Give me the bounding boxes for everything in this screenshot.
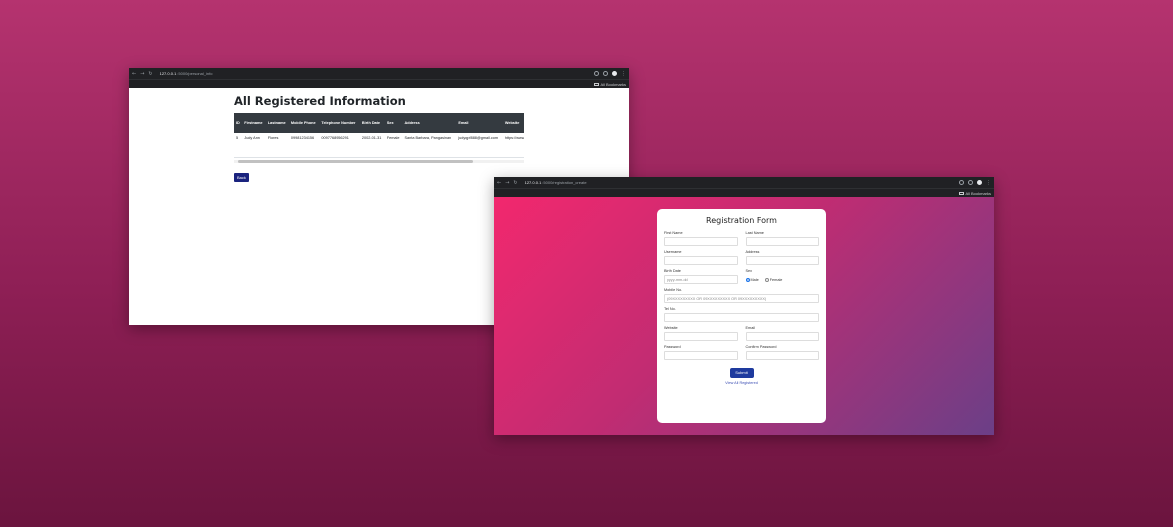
browser-window-registration: ← → ↻ 127.0.0.1:5000/registration_create… — [494, 177, 994, 435]
tel-label: Tel No. — [664, 307, 676, 311]
folder-icon — [959, 191, 965, 195]
last-name-input[interactable] — [745, 237, 819, 246]
mobile-input[interactable]: (09XXXXXXXXX OR 09XXXXXXXXX OR 09XXXXXXX… — [664, 294, 819, 303]
col-address: Address — [402, 113, 457, 133]
scrollbar-thumb[interactable] — [238, 159, 473, 163]
address-input[interactable] — [745, 256, 819, 265]
reload-icon[interactable]: ↻ — [513, 180, 517, 186]
col-firstname: Firstname — [242, 113, 266, 133]
back-arrow-icon[interactable]: ← — [497, 180, 501, 186]
first-name-label: First Name — [664, 231, 683, 235]
bookmarks-bar: All Bookmarks — [129, 79, 629, 88]
mobile-label: Mobile No. — [664, 288, 683, 292]
sex-female-option[interactable]: Female — [764, 277, 783, 282]
username-input[interactable] — [664, 256, 738, 265]
back-arrow-icon[interactable]: ← — [132, 71, 136, 77]
password-input[interactable] — [664, 351, 738, 360]
email-label: Email — [745, 326, 756, 330]
cell-telephone: 0097768956291 — [319, 133, 360, 158]
website-input[interactable] — [664, 332, 738, 341]
radio-selected-icon[interactable] — [745, 277, 750, 282]
extensions-icon[interactable] — [968, 180, 973, 185]
profile-avatar-icon[interactable] — [977, 180, 982, 185]
records-table: ID Firstname Lastname Mobile Phone Telep… — [234, 113, 524, 158]
url-host: 127.0.0.1 — [524, 180, 542, 185]
first-name-input[interactable] — [664, 237, 738, 246]
birth-date-input[interactable]: yyyy-mm-dd — [664, 275, 738, 284]
profile-avatar-icon[interactable] — [612, 71, 617, 76]
cell-firstname: Judy Ann — [242, 133, 266, 158]
tel-input[interactable] — [664, 313, 819, 322]
browser-toolbar: ← → ↻ 127.0.0.1:5000/personal_info ⋮ — [129, 68, 629, 79]
sex-radio-group: Male Female — [745, 275, 820, 284]
sex-male-label: Male — [750, 277, 759, 282]
url-path: :5000/registration_create — [542, 180, 587, 185]
page-title: All Registered Information — [234, 94, 406, 108]
cell-address: Santa Barbara, Pangasinan — [402, 133, 457, 158]
view-all-registered-link[interactable]: View All Registered — [664, 381, 819, 385]
bookmark-star-icon[interactable] — [594, 71, 599, 76]
url-path: :5000/personal_info — [177, 71, 213, 76]
col-telephone: Telephone Number — [319, 113, 360, 133]
folder-icon — [594, 82, 600, 86]
cell-lastname: Flores — [265, 133, 289, 158]
address-bar[interactable]: 127.0.0.1:5000/personal_info — [160, 71, 213, 76]
cell-birthdate: 2002-01-31 — [359, 133, 385, 158]
sex-label: Sex — [745, 269, 753, 273]
forward-arrow-icon[interactable]: → — [140, 71, 144, 77]
confirm-password-label: Confirm Password — [745, 345, 777, 349]
browser-toolbar: ← → ↻ 127.0.0.1:5000/registration_create… — [494, 177, 994, 188]
menu-kebab-icon[interactable]: ⋮ — [621, 71, 626, 77]
cell-website: https://www.facebook.com — [502, 133, 524, 158]
email-input[interactable] — [745, 332, 819, 341]
last-name-label: Last Name — [745, 231, 764, 235]
registration-page: Registration Form First Name Last Name U… — [494, 197, 994, 435]
all-bookmarks-link[interactable]: All Bookmarks — [600, 82, 626, 87]
confirm-password-input[interactable] — [745, 351, 819, 360]
birth-date-label: Birth Date — [664, 269, 681, 273]
radio-unselected-icon[interactable] — [764, 277, 769, 282]
all-bookmarks-link[interactable]: All Bookmarks — [965, 191, 991, 196]
sex-female-label: Female — [769, 277, 783, 282]
forward-arrow-icon[interactable]: → — [505, 180, 509, 186]
col-mobile: Mobile Phone — [288, 113, 320, 133]
records-page: All Registered Information ID Firstname … — [129, 88, 629, 190]
col-email: Email — [456, 113, 503, 133]
bookmarks-bar: All Bookmarks — [494, 188, 994, 197]
col-lastname: Lastname — [265, 113, 289, 133]
table-row: 5 Judy Ann Flores 09981234156 0097768956… — [234, 133, 524, 158]
bookmark-star-icon[interactable] — [959, 180, 964, 185]
website-label: Website — [664, 326, 678, 330]
records-table-container: ID Firstname Lastname Mobile Phone Telep… — [234, 113, 524, 158]
reload-icon[interactable]: ↻ — [148, 71, 152, 77]
sex-male-option[interactable]: Male — [745, 277, 759, 282]
table-header-row: ID Firstname Lastname Mobile Phone Telep… — [234, 113, 524, 133]
col-birthdate: Birth Date — [359, 113, 385, 133]
cell-sex: Female — [384, 133, 403, 158]
extensions-icon[interactable] — [603, 71, 608, 76]
menu-kebab-icon[interactable]: ⋮ — [986, 180, 991, 186]
password-label: Password — [664, 345, 681, 349]
submit-button[interactable]: Submit — [729, 368, 754, 378]
address-label: Address — [745, 250, 760, 254]
registration-form-card: Registration Form First Name Last Name U… — [657, 209, 826, 423]
address-bar[interactable]: 127.0.0.1:5000/registration_create — [525, 180, 587, 185]
horizontal-scrollbar[interactable] — [234, 159, 524, 163]
cell-id: 5 — [234, 133, 243, 158]
cell-email: judyqpf888@gmail.com — [456, 133, 503, 158]
col-id: ID — [234, 113, 243, 133]
col-website: Website — [502, 113, 524, 133]
username-label: Username — [664, 250, 682, 254]
back-button[interactable]: Back — [234, 172, 249, 182]
url-host: 127.0.0.1 — [159, 71, 177, 76]
form-title: Registration Form — [706, 216, 777, 225]
cell-mobile: 09981234156 — [288, 133, 320, 158]
col-sex: Sex — [384, 113, 403, 133]
